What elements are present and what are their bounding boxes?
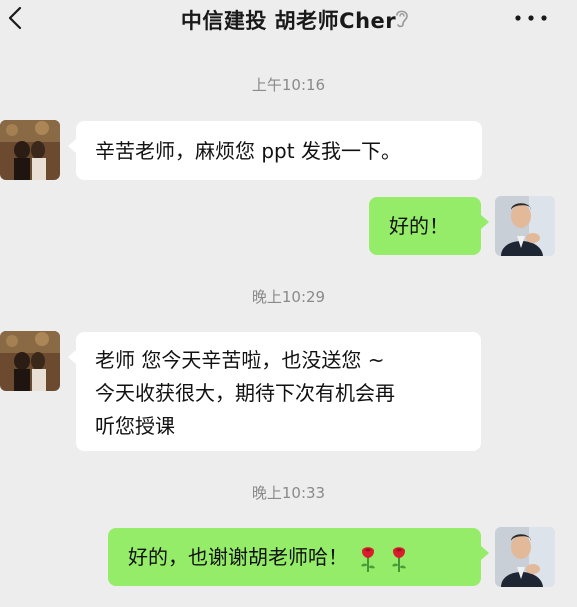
message-text-line: 今天收获很大，期待下次有机会再 <box>95 381 395 405</box>
chat-title: 中信建投 胡老师Cher <box>180 9 397 33</box>
contact-avatar[interactable] <box>0 120 60 180</box>
rose-icon <box>361 546 376 572</box>
self-photo <box>495 527 555 587</box>
contact-photo <box>0 120 60 180</box>
contact-photo <box>0 331 60 391</box>
self-avatar[interactable] <box>495 196 555 256</box>
message-bubble-outgoing[interactable]: 好的，也谢谢胡老师哈！ <box>108 528 489 586</box>
message-text: 好的！ <box>389 214 449 238</box>
message-text-row: 好的，也谢谢胡老师哈！ <box>128 541 481 573</box>
more-options-icon[interactable] <box>509 4 553 30</box>
message-text-line: 老师 您今天辛苦啦，也没送您 ~ <box>95 348 385 372</box>
self-avatar[interactable] <box>495 527 555 587</box>
ear-icon <box>396 10 408 28</box>
message-text: 辛苦老师，麻烦您 ppt 发我一下。 <box>95 139 401 163</box>
self-photo <box>495 196 555 256</box>
contact-avatar[interactable] <box>0 331 60 391</box>
message-bubble-outgoing[interactable]: 好的！ <box>369 197 489 255</box>
rose-icon <box>391 546 406 572</box>
message-bubble-incoming[interactable]: 老师 您今天辛苦啦，也没送您 ~ 今天收获很大，期待下次有机会再 听您授课 <box>68 332 481 451</box>
message-bubble-incoming[interactable]: 辛苦老师，麻烦您 ppt 发我一下。 <box>68 121 482 180</box>
timestamp: 晚上10:33 <box>251 484 326 502</box>
chat-header: 中信建投 胡老师Cher <box>0 0 577 40</box>
timestamp: 上午10:16 <box>251 76 326 94</box>
message-text: 好的，也谢谢胡老师哈！ <box>128 545 348 569</box>
timestamp: 晚上10:29 <box>251 288 326 306</box>
message-text-line: 听您授课 <box>95 414 175 438</box>
